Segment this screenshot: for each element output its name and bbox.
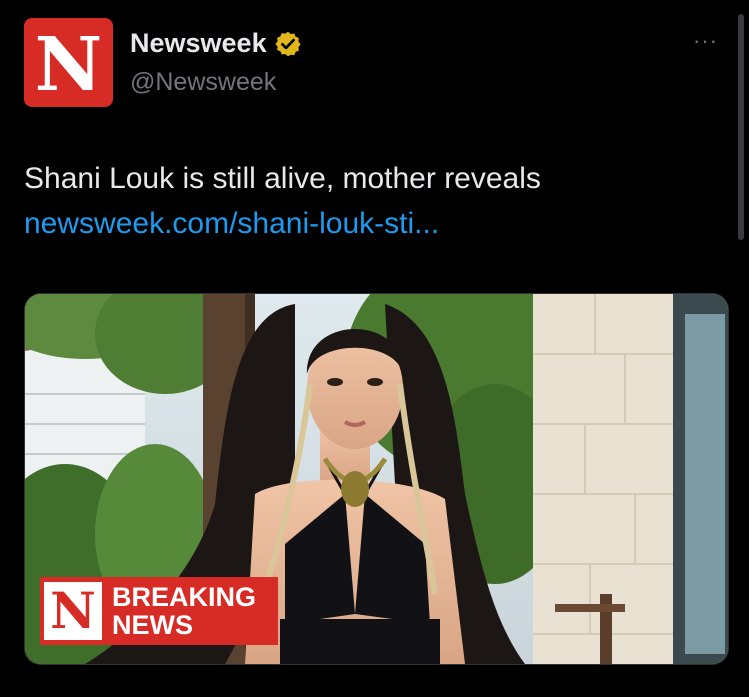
breaking-news-overlay: N BREAKING NEWS	[40, 577, 278, 645]
more-options-icon[interactable]: ···	[693, 28, 718, 54]
scrollbar[interactable]	[738, 14, 744, 240]
avatar-letter: N	[34, 21, 103, 108]
overlay-logo-letter: N	[50, 581, 96, 640]
breaking-line-1: BREAKING	[112, 582, 257, 612]
account-handle[interactable]: @Newsweek	[130, 68, 276, 97]
account-name[interactable]: Newsweek	[130, 28, 267, 59]
newsweek-avatar[interactable]: N	[24, 18, 113, 107]
account-name-row: Newsweek	[130, 28, 302, 59]
tweet-link[interactable]: newsweek.com/shani-louk-sti...	[24, 207, 439, 241]
tweet-text: Shani Louk is still alive, mother reveal…	[24, 162, 541, 195]
verified-badge-icon	[274, 31, 301, 56]
breaking-news-text: BREAKING NEWS	[112, 583, 256, 639]
breaking-line-2: NEWS	[112, 610, 193, 640]
newsweek-logo: N	[44, 582, 102, 640]
